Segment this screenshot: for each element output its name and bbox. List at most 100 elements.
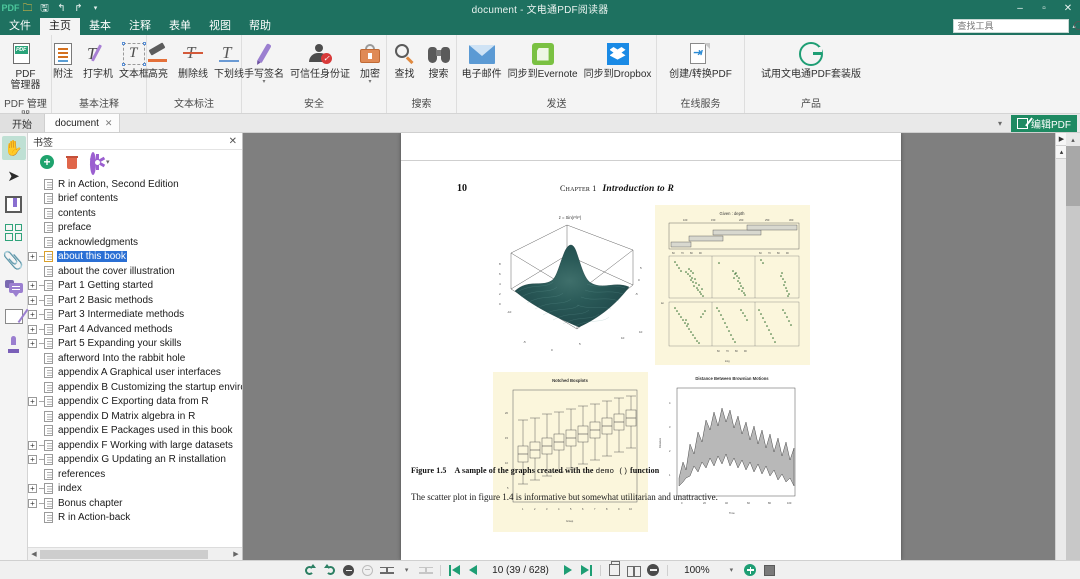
vertical-scroll-thumb[interactable] xyxy=(1066,146,1080,206)
undo-icon[interactable]: ↰ xyxy=(55,2,68,15)
typewriter-button[interactable]: T 打字机 xyxy=(80,37,116,80)
advanced-search-button[interactable]: 搜索 xyxy=(422,37,456,80)
scroll-right-icon[interactable]: ▶ xyxy=(230,550,242,558)
bookmark-item[interactable]: appendix B Customizing the startup envir… xyxy=(28,380,242,395)
collapse-button[interactable] xyxy=(341,563,356,578)
zoom-dropdown[interactable]: ▾ xyxy=(724,563,739,578)
strikethrough-button[interactable]: T 删除线 xyxy=(175,37,211,81)
thumbnails-panel-button[interactable] xyxy=(2,220,26,244)
expand-icon[interactable]: + xyxy=(28,252,37,262)
ribbon-tab-view[interactable]: 视图 xyxy=(200,18,240,35)
bookmark-item[interactable]: + Part 2 Basic methods xyxy=(28,293,242,308)
save-icon[interactable]: 🖫 xyxy=(38,2,51,15)
signature-panel-button[interactable] xyxy=(2,304,26,328)
bookmark-item[interactable]: brief contents xyxy=(28,192,242,207)
add-bookmark-button[interactable]: + xyxy=(40,155,54,169)
bookmarks-horizontal-scrollbar[interactable]: ◀ ▶ xyxy=(28,547,242,560)
maximize-button[interactable]: ▫ xyxy=(1032,0,1056,17)
expand-icon[interactable]: + xyxy=(28,455,37,465)
signature-dropdown-icon[interactable]: ▾ xyxy=(262,79,265,86)
attachments-panel-button[interactable]: 📎 xyxy=(2,248,26,272)
expand-icon[interactable]: + xyxy=(28,310,37,320)
expand-icon[interactable]: + xyxy=(28,295,37,305)
bookmark-item[interactable]: + Bonus chapter xyxy=(28,496,242,511)
last-page-button[interactable] xyxy=(579,563,594,578)
pdf-manager-button[interactable]: PDF PDF 管理器 xyxy=(8,37,44,91)
bookmark-item[interactable]: afterword Into the rabbit hole xyxy=(28,351,242,366)
highlight-button[interactable]: 高亮 xyxy=(141,37,175,80)
ribbon-tab-file[interactable]: 文件 xyxy=(0,18,40,35)
first-page-button[interactable] xyxy=(447,563,462,578)
zoom-in-button[interactable] xyxy=(743,563,758,578)
sync-evernote-button[interactable]: 同步到Evernote xyxy=(505,37,581,80)
page-indicator[interactable]: 10 (39 / 628) xyxy=(485,565,556,576)
chevron-down-icon[interactable]: ▾ xyxy=(992,119,1008,128)
edit-pdf-button[interactable]: 编辑PDF xyxy=(1011,114,1077,132)
stamps-panel-button[interactable] xyxy=(2,332,26,356)
hand-tool-button[interactable]: ✋ xyxy=(1,136,26,160)
vertical-scrollbar[interactable]: ▴ xyxy=(1066,133,1080,560)
close-icon[interactable]: ✕ xyxy=(105,118,113,129)
ribbon-tab-home[interactable]: 主页 xyxy=(40,18,80,35)
bookmark-item[interactable]: appendix D Matrix algebra in R xyxy=(28,409,242,424)
close-icon[interactable]: ✕ xyxy=(229,136,237,147)
minimize-button[interactable]: – xyxy=(1008,0,1032,17)
bookmark-item[interactable]: acknowledgments xyxy=(28,235,242,250)
handwritten-signature-button[interactable]: 手写签名 ▾ xyxy=(241,37,287,86)
fit-width-button[interactable] xyxy=(379,563,395,578)
find-button[interactable]: 查找 xyxy=(388,37,422,80)
scroll-left-icon[interactable]: ◀ xyxy=(28,550,40,558)
bookmark-item[interactable]: + appendix F Working with large datasets xyxy=(28,438,242,453)
scroll-track[interactable] xyxy=(40,549,230,559)
bookmark-item[interactable]: appendix A Graphical user interfaces xyxy=(28,366,242,381)
bookmark-item[interactable]: + Part 5 Expanding your skills xyxy=(28,337,242,352)
previous-page-button[interactable] xyxy=(466,563,481,578)
bookmark-options-button[interactable]: ▾ xyxy=(89,152,110,175)
expand-icon[interactable]: + xyxy=(28,440,37,450)
expand-icon[interactable]: + xyxy=(28,324,37,334)
fit-dropdown[interactable]: ▾ xyxy=(399,563,414,578)
rotate-right-button[interactable] xyxy=(322,563,337,578)
expand-icon[interactable]: + xyxy=(28,397,37,407)
redo-icon[interactable]: ↱ xyxy=(72,2,85,15)
bookmark-item[interactable]: + Part 1 Getting started xyxy=(28,279,242,294)
encrypt-dropdown-icon[interactable]: ▾ xyxy=(368,79,371,86)
trial-suite-button[interactable]: 试用文电通PDF套装版 xyxy=(758,37,864,80)
expand-icon[interactable]: + xyxy=(28,484,37,494)
bookmark-item[interactable]: references xyxy=(28,467,242,482)
bookmarks-tree[interactable]: R in Action, Second Edition brief content… xyxy=(28,174,242,547)
zoom-select-button[interactable] xyxy=(762,563,777,578)
start-tab[interactable]: 开始 xyxy=(0,114,45,132)
close-button[interactable]: ✕ xyxy=(1056,0,1080,17)
next-page-button[interactable] xyxy=(560,563,575,578)
ribbon-tab-help[interactable]: 帮助 xyxy=(240,18,280,35)
ribbon-tab-comment[interactable]: 注释 xyxy=(120,18,160,35)
chevron-down-icon[interactable]: ▾ xyxy=(106,158,110,166)
encrypt-button[interactable]: 加密 ▾ xyxy=(353,37,387,86)
zoom-out-button[interactable] xyxy=(646,563,661,578)
ribbon-tab-form[interactable]: 表单 xyxy=(160,18,200,35)
two-page-view-button[interactable] xyxy=(626,563,642,578)
pdf-page[interactable]: 10 Chapter 1 Introduction to R z = Sin(r²… xyxy=(401,133,901,560)
expand-icon[interactable]: + xyxy=(28,339,37,349)
bookmark-panel-button[interactable] xyxy=(2,192,26,216)
bookmark-item[interactable]: + appendix G Updating an R installation xyxy=(28,453,242,468)
bookmark-item[interactable]: contents xyxy=(28,206,242,221)
expand-icon[interactable]: + xyxy=(28,281,37,291)
bookmark-item[interactable]: + index xyxy=(28,482,242,497)
expand-button[interactable] xyxy=(360,563,375,578)
bookmark-item[interactable]: + appendix C Exporting data from R xyxy=(28,395,242,410)
single-page-view-button[interactable] xyxy=(607,561,622,578)
sticky-note-button[interactable]: 附注 xyxy=(46,37,80,80)
document-viewer[interactable]: 10 Chapter 1 Introduction to R z = Sin(r²… xyxy=(243,133,1080,560)
sync-dropbox-button[interactable]: 同步到Dropbox xyxy=(581,37,655,80)
bookmark-item[interactable]: appendix E Packages used in this book xyxy=(28,424,242,439)
bookmark-item[interactable]: + about this book xyxy=(28,250,242,265)
trusted-id-button[interactable]: ✓ 可信任身份证 xyxy=(287,37,353,80)
comments-panel-button[interactable] xyxy=(2,276,26,300)
bookmark-item[interactable]: about the cover illustration xyxy=(28,264,242,279)
bookmark-item[interactable]: R in Action, Second Edition xyxy=(28,177,242,192)
create-convert-pdf-button[interactable]: ⇥ 创建/转换PDF xyxy=(666,37,735,80)
expand-icon[interactable]: + xyxy=(28,498,37,508)
open-file-icon[interactable]: 🗀 xyxy=(21,2,34,15)
